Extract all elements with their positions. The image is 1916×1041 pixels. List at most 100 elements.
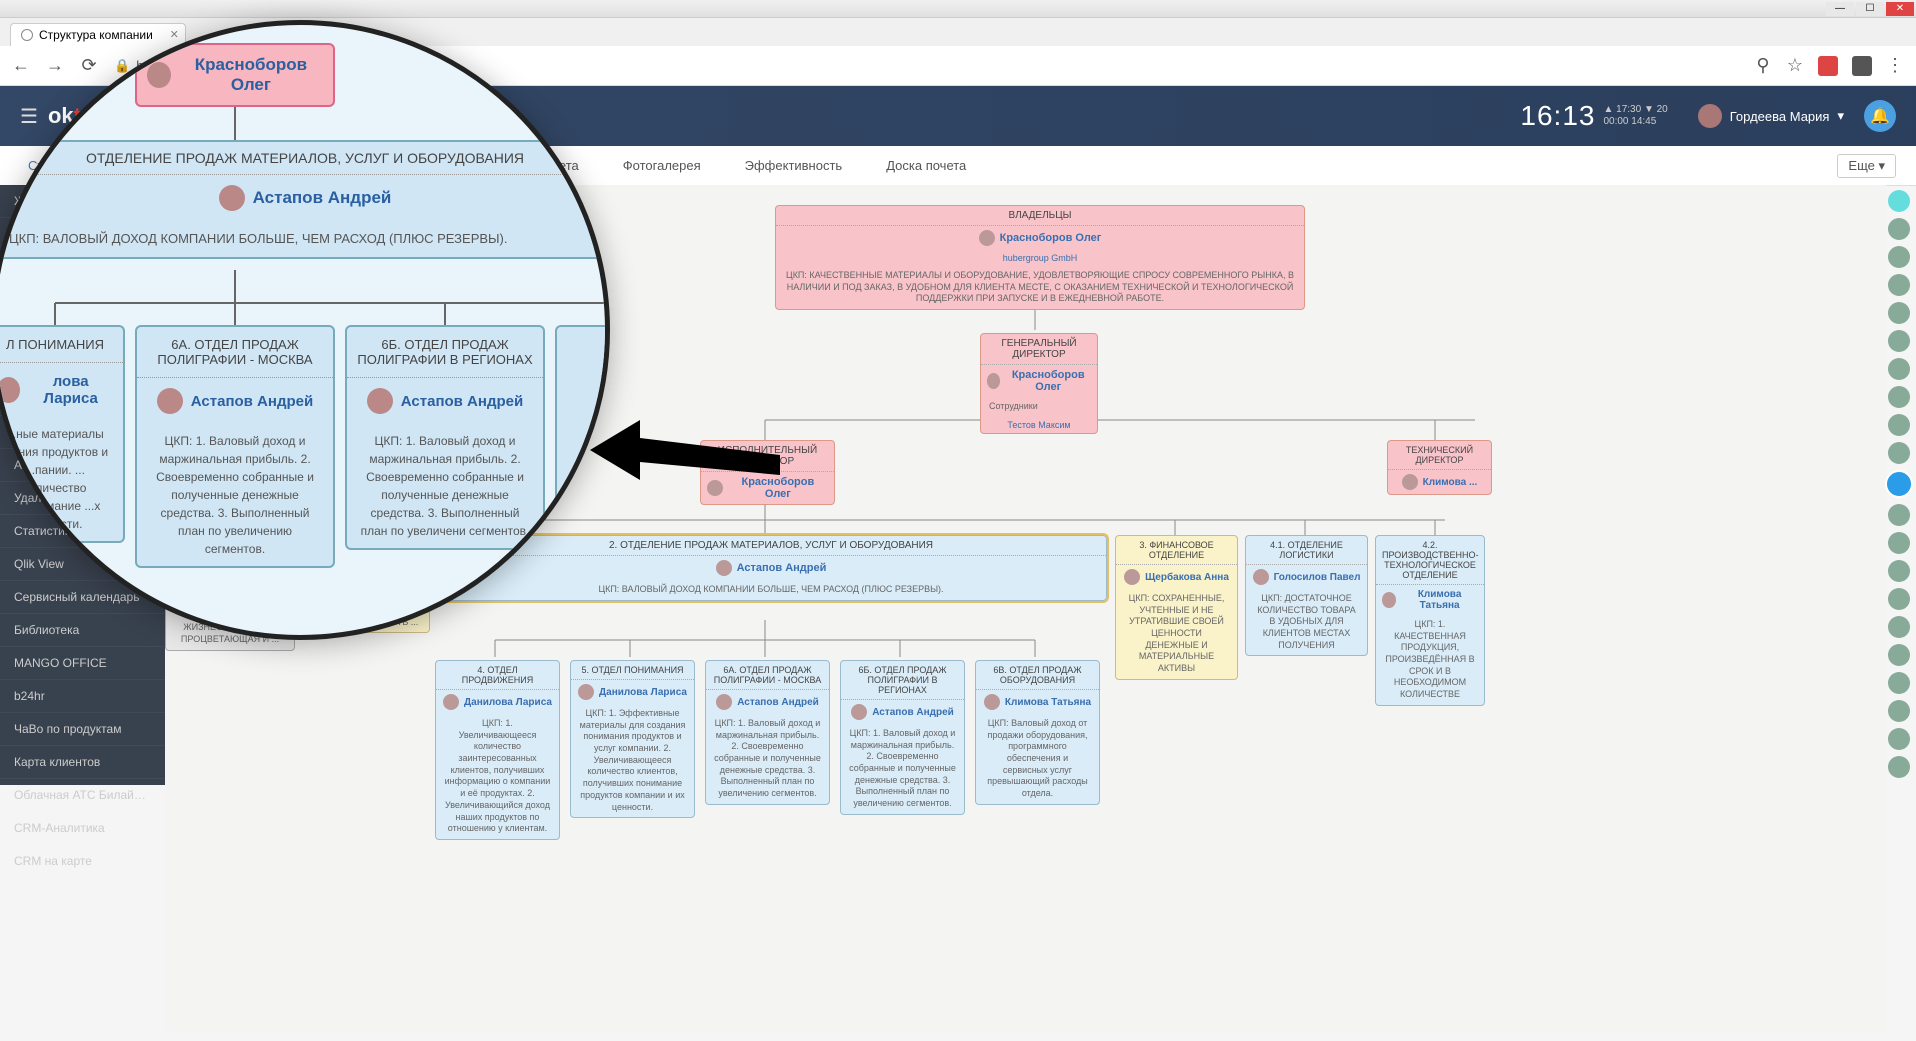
search-icon[interactable]: ⚲: [1754, 57, 1772, 75]
presence-avatar[interactable]: [1888, 728, 1910, 750]
presence-avatar[interactable]: [1888, 218, 1910, 240]
presence-avatar[interactable]: [1888, 386, 1910, 408]
notifications-icon[interactable]: 🔔: [1864, 100, 1896, 132]
node-company: hubergroup GmbH: [776, 250, 1304, 266]
avatar-icon: [984, 694, 1000, 710]
user-name: Гордеева Мария: [1730, 109, 1830, 124]
presence-avatar[interactable]: [1888, 246, 1910, 268]
node-title: 5. ОТДЕЛ ПОНИМАНИЯ: [571, 661, 694, 680]
avatar-icon: [716, 560, 732, 576]
org-node-owners[interactable]: ВЛАДЕЛЬЦЫ Красноборов Олег hubergroup Gm…: [775, 205, 1305, 310]
presence-strip: [1886, 190, 1912, 778]
clock-sub: ▲ 17:30 ▼ 20 00:00 14:45: [1603, 104, 1667, 128]
nav-item[interactable]: Фотогалерея: [615, 154, 709, 177]
org-node-dept[interactable]: 6Б. ОТДЕЛ ПРОДАЖ ПОЛИГРАФИИ В РЕГИОНАХ А…: [840, 660, 965, 815]
avatar-icon: [1124, 569, 1140, 585]
mag-title: ОТДЕЛЕНИЕ ПРОДАЖ МАТЕРИАЛОВ, УСЛУГ И ОБО…: [0, 142, 610, 175]
window-close-button[interactable]: ✕: [1886, 2, 1914, 16]
org-node-techdir[interactable]: ТЕХНИЧЕСКИЙ ДИРЕКТОР Климова ...: [1387, 440, 1492, 495]
mag-dept-title: 6А. ОТДЕЛ ПРОДАЖ ПОЛИГРАФИИ - МОСКВА: [137, 327, 333, 378]
mag-desc: ЦКП: 1. Валовый доход и маржинальная при…: [137, 424, 333, 566]
org-node-dept[interactable]: 5. ОТДЕЛ ПОНИМАНИЯ Данилова Лариса ЦКП: …: [570, 660, 695, 818]
presence-avatar[interactable]: [1888, 302, 1910, 324]
mag-person: Астапов Андрей: [347, 378, 543, 424]
mag-person: Астапов Андрей: [0, 175, 610, 221]
presence-avatar[interactable]: [1888, 644, 1910, 666]
node-title: 3. ФИНАНСОВОЕ ОТДЕЛЕНИЕ: [1116, 536, 1237, 565]
node-person: Красноборов Олег: [981, 365, 1097, 397]
node-person: Климова Татьяна: [1376, 585, 1484, 615]
org-node-dept[interactable]: 6В. ОТДЕЛ ПРОДАЖ ОБОРУДОВАНИЯ Климова Та…: [975, 660, 1100, 805]
extension-icon[interactable]: [1852, 56, 1872, 76]
node-desc: ЦКП: 1. Валовый доход и маржинальная при…: [706, 714, 829, 804]
org-node-gendir[interactable]: ГЕНЕРАЛЬНЫЙ ДИРЕКТОР Красноборов Олег Со…: [980, 333, 1098, 434]
org-node-production[interactable]: 4.2. ПРОИЗВОДСТВЕННО-ТЕХНОЛОГИЧЕСКОЕ ОТД…: [1375, 535, 1485, 706]
node-title: 6Б. ОТДЕЛ ПРОДАЖ ПОЛИГРАФИИ В РЕГИОНАХ: [841, 661, 964, 700]
avatar-icon: [219, 185, 245, 211]
presence-avatar[interactable]: [1888, 756, 1910, 778]
chat-bubble-icon[interactable]: [1885, 470, 1913, 498]
presence-avatar[interactable]: [1888, 616, 1910, 638]
window-minimize-button[interactable]: —: [1826, 2, 1854, 16]
org-node-logistics[interactable]: 4.1. ОТДЕЛЕНИЕ ЛОГИСТИКИ Голосилов Павел…: [1245, 535, 1368, 656]
presence-avatar[interactable]: [1888, 330, 1910, 352]
presence-avatar[interactable]: [1888, 442, 1910, 464]
node-person: Данилова Лариса: [436, 690, 559, 714]
node-person: Голосилов Павел: [1246, 565, 1367, 589]
presence-avatar[interactable]: [1888, 274, 1910, 296]
org-node-finance[interactable]: 3. ФИНАНСОВОЕ ОТДЕЛЕНИЕ Щербакова Анна Ц…: [1115, 535, 1238, 680]
avatar-icon: [443, 694, 459, 710]
sidebar-item[interactable]: CRM на карте: [0, 845, 165, 878]
sidebar-item[interactable]: CRM-Аналитика: [0, 812, 165, 845]
presence-avatar[interactable]: [1888, 190, 1910, 212]
presence-avatar[interactable]: [1888, 358, 1910, 380]
user-avatar-icon: [1698, 104, 1722, 128]
avatar-icon: [147, 62, 171, 88]
mag-desc: ...ные материалы ...ания продуктов и ...…: [0, 417, 123, 541]
sidebar-item[interactable]: MANGO OFFICE: [0, 647, 165, 680]
star-icon[interactable]: ☆: [1786, 57, 1804, 75]
avatar-icon: [0, 377, 20, 403]
pointer-arrow-icon: [590, 420, 790, 520]
node-person: Щербакова Анна: [1116, 565, 1237, 589]
presence-avatar[interactable]: [1888, 414, 1910, 436]
mag-node-dept: 6Б. ОТДЕЛ ПРОДАЖ ПОЛИГРАФИИ В РЕГИОНАХ А…: [345, 325, 545, 550]
node-person: Астапов Андрей: [706, 690, 829, 714]
avatar-icon: [987, 373, 1000, 389]
sidebar-item[interactable]: Карта клиентов: [0, 746, 165, 779]
mag-node-dept: Л ПОНИМАНИЯ лова Лариса ...ные материалы…: [0, 325, 125, 543]
nav-item[interactable]: Эффективность: [737, 154, 851, 177]
org-node-dept[interactable]: 6А. ОТДЕЛ ПРОДАЖ ПОЛИГРАФИИ - МОСКВА Аст…: [705, 660, 830, 805]
nav-item[interactable]: Доска почета: [878, 154, 974, 177]
chevron-down-icon: ▾: [1837, 108, 1844, 124]
mag-node-top: Красноборов Олег: [135, 43, 335, 107]
nav-more-button[interactable]: Еще ▾: [1837, 154, 1896, 178]
presence-avatar[interactable]: [1888, 504, 1910, 526]
sidebar-item[interactable]: b24hr: [0, 680, 165, 713]
user-menu[interactable]: Гордеева Мария ▾: [1698, 104, 1844, 128]
node-title: ТЕХНИЧЕСКИЙ ДИРЕКТОР: [1388, 441, 1491, 470]
presence-avatar[interactable]: [1888, 588, 1910, 610]
sidebar-item[interactable]: ЧаВо по продуктам: [0, 713, 165, 746]
node-sub-label: Сотрудники: [981, 397, 1097, 417]
presence-avatar[interactable]: [1888, 532, 1910, 554]
node-desc: ЦКП: 1. Увеличивающееся количество заинт…: [436, 714, 559, 839]
node-desc: ЦКП: 1. КАЧЕСТВЕННАЯ ПРОДУКЦИЯ, ПРОИЗВЕД…: [1376, 615, 1484, 705]
node-title: 6А. ОТДЕЛ ПРОДАЖ ПОЛИГРАФИИ - МОСКВА: [706, 661, 829, 690]
magnifier-overlay: Красноборов Олег ОТДЕЛЕНИЕ ПРОДАЖ МАТЕРИ…: [0, 20, 610, 640]
org-node-dept[interactable]: 4. ОТДЕЛ ПРОДВИЖЕНИЯ Данилова Лариса ЦКП…: [435, 660, 560, 840]
presence-avatar[interactable]: [1888, 700, 1910, 722]
menu-icon[interactable]: ⋮: [1886, 57, 1904, 75]
mag-desc: ЦКП: 1. Валовый доход и маржинальная при…: [347, 424, 543, 548]
browser-extensions: ⚲ ☆ ⋮: [1754, 56, 1904, 76]
window-maximize-button[interactable]: ☐: [1856, 2, 1884, 16]
presence-avatar[interactable]: [1888, 560, 1910, 582]
node-desc: ЦКП: 1. Валовый доход и маржинальная при…: [841, 724, 964, 814]
extension-icon[interactable]: [1818, 56, 1838, 76]
presence-avatar[interactable]: [1888, 672, 1910, 694]
sidebar-item[interactable]: Облачная АТС Билайн Б...: [0, 779, 165, 812]
header-clock: 16:13: [1520, 100, 1595, 132]
avatar-icon: [851, 704, 867, 720]
node-title: 6В. ОТДЕЛ ПРОДАЖ ОБОРУДОВАНИЯ: [976, 661, 1099, 690]
mag-person: Астапов Андрей: [137, 378, 333, 424]
